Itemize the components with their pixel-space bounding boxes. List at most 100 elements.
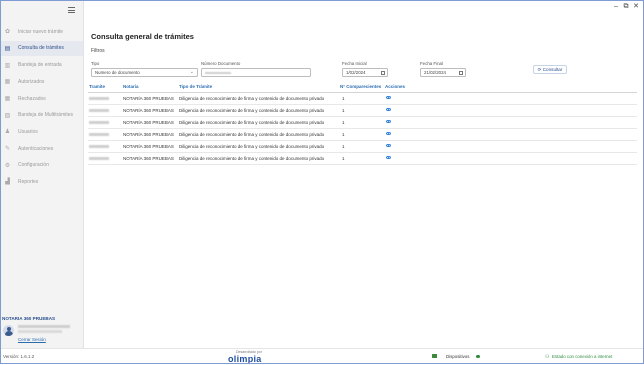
- sidebar-item-2[interactable]: ▥ Bandeja de entrada: [0, 57, 83, 73]
- chevron-down-icon: ⌄: [189, 69, 194, 75]
- sidebar-item-3[interactable]: ▦ Autorizados: [0, 74, 83, 90]
- tramites-table: Tramite Notaria Tipo de Trámite N° Compa…: [88, 83, 637, 165]
- tramite-id-redacted: [89, 109, 109, 112]
- inbox-icon: ▥: [4, 62, 11, 69]
- view-eye-icon[interactable]: [386, 120, 391, 124]
- sidebar-item-5[interactable]: ▧ Bandeja de Multitrámites: [0, 107, 83, 123]
- table-row: NOTARÍA 360 PRUEBAS Diligencia de reconoc…: [88, 105, 637, 117]
- cell-comparecientes: 1: [342, 144, 345, 149]
- status-bar: Versión: 1.6.1.2 Desarrollado por olimpi…: [0, 348, 644, 365]
- sidebar-item-label: Autorizados: [18, 78, 45, 85]
- sidebar-item-1[interactable]: ▤ Consulta de trámites: [0, 40, 83, 57]
- view-eye-icon[interactable]: [386, 96, 391, 100]
- logout-link[interactable]: Cerrar Sesión: [18, 337, 46, 342]
- header-tipo-tramite[interactable]: Tipo de Trámite: [179, 84, 212, 89]
- consult-button-label: Consultar: [542, 67, 563, 72]
- tipo-label: Tipo: [91, 61, 100, 66]
- user-email-redacted: [18, 330, 62, 333]
- cell-notaria: NOTARÍA 360 PRUEBAS: [123, 96, 174, 101]
- table-row: NOTARÍA 360 PRUEBAS Diligencia de reconoc…: [88, 153, 637, 165]
- sidebar-item-4[interactable]: ▦ Rechazados: [0, 91, 83, 107]
- document-x-icon: ▦: [4, 96, 11, 102]
- devices-icon: [432, 354, 437, 358]
- olimpia-logo: olimpia: [228, 354, 262, 364]
- user-name-redacted: [18, 325, 70, 328]
- view-eye-icon[interactable]: [386, 108, 391, 112]
- sidebar: ✿ Iniciar nuevo trámite ▤ Consulta de trámi…: [0, 0, 84, 348]
- fecha-inicial-value: 1/02/2024: [346, 70, 366, 75]
- devices-label[interactable]: Dispositivos: [446, 354, 469, 359]
- cell-notaria: NOTARÍA 360 PRUEBAS: [123, 132, 174, 137]
- table-body: NOTARÍA 360 PRUEBAS Diligencia de reconoc…: [88, 93, 637, 165]
- cell-tipo-tramite: Diligencia de reconocimiento de firma y …: [179, 144, 325, 149]
- cell-comparecientes: 1: [342, 156, 345, 161]
- cell-notaria: NOTARÍA 360 PRUEBAS: [123, 144, 174, 149]
- fingerprint-icon: ✎: [4, 146, 11, 153]
- table-header: Tramite Notaria Tipo de Trámite N° Compa…: [88, 83, 637, 93]
- fecha-inicial-label: Fecha Inicial: [342, 61, 367, 66]
- fecha-final-input[interactable]: 21/02/2024: [420, 68, 466, 77]
- sidebar-item-9[interactable]: ▟ Reportes: [0, 174, 83, 190]
- refresh-icon: ⟳: [537, 67, 542, 72]
- tipo-select[interactable]: Numero de documento ⌄: [91, 68, 198, 77]
- numero-documento-input[interactable]: [201, 68, 311, 77]
- tipo-select-value: Numero de documento: [95, 70, 140, 75]
- cell-tipo-tramite: Diligencia de reconocimiento de firma y …: [179, 132, 325, 137]
- fecha-final-label: Fecha Final: [420, 61, 443, 66]
- cell-notaria: NOTARÍA 360 PRUEBAS: [123, 108, 174, 113]
- gear-icon: ⚙: [4, 162, 11, 169]
- header-notaria[interactable]: Notaria: [123, 84, 139, 89]
- connection-status: Estado con conexión a internet: [552, 354, 613, 359]
- user-notary-name: NOTARIA 360 PRUEBAS: [2, 316, 56, 321]
- user-icon: ♟: [4, 129, 11, 136]
- fecha-inicial-input[interactable]: 1/02/2024: [342, 68, 388, 77]
- tramite-id-redacted: [89, 157, 109, 160]
- cell-comparecientes: 1: [342, 120, 345, 125]
- sidebar-item-label: Configuración: [18, 162, 49, 169]
- sidebar-item-label: Iniciar nuevo trámite: [18, 28, 64, 35]
- sidebar-nav: ✿ Iniciar nuevo trámite ▤ Consulta de trámi…: [0, 24, 83, 191]
- cell-comparecientes: 1: [342, 108, 345, 113]
- numero-documento-redacted: [205, 71, 231, 75]
- bar-chart-icon: ▟: [5, 179, 10, 186]
- calendar-icon[interactable]: [459, 70, 463, 75]
- main-content: Consulta general de trámites Filtros Tip…: [88, 0, 641, 348]
- sidebar-item-label: Autenticaciones: [18, 145, 54, 152]
- documents-icon: ▧: [4, 112, 11, 119]
- view-eye-icon[interactable]: [386, 144, 391, 148]
- fecha-final-value: 21/02/2024: [424, 70, 446, 75]
- version-label: Versión: 1.6.1.2: [3, 354, 35, 359]
- consult-button[interactable]: ⟳ Consultar: [533, 65, 567, 74]
- table-icon: ▤: [4, 45, 11, 52]
- user-panel: NOTARIA 360 PRUEBAS Cerrar Sesión: [0, 313, 83, 343]
- header-comparecientes[interactable]: N° Comparecientes: [340, 84, 381, 89]
- header-acciones: Acciones: [385, 84, 406, 89]
- filters-heading: Filtros: [91, 48, 105, 54]
- tramite-id-redacted: [89, 121, 109, 124]
- view-eye-icon[interactable]: [386, 132, 391, 136]
- sidebar-item-6[interactable]: ♟ Usuarios: [0, 124, 83, 140]
- table-row: NOTARÍA 360 PRUEBAS Diligencia de reconoc…: [88, 117, 637, 129]
- header-tramite[interactable]: Tramite: [89, 84, 105, 89]
- cell-tipo-tramite: Diligencia de reconocimiento de firma y …: [179, 156, 325, 161]
- sidebar-item-0[interactable]: ✿ Iniciar nuevo trámite: [0, 24, 83, 40]
- sidebar-item-label: Usuarios: [18, 128, 38, 135]
- cell-comparecientes: 1: [342, 132, 345, 137]
- table-row: NOTARÍA 360 PRUEBAS Diligencia de reconoc…: [88, 129, 637, 141]
- hamburger-menu-icon[interactable]: [68, 7, 75, 15]
- numero-documento-label: Número Documento: [201, 61, 241, 66]
- calendar-icon[interactable]: [381, 70, 385, 75]
- sidebar-item-label: Consulta de trámites: [18, 45, 64, 52]
- view-eye-icon[interactable]: [386, 156, 391, 160]
- gear-plus-icon: ✿: [4, 29, 11, 36]
- cell-tipo-tramite: Diligencia de reconocimiento de firma y …: [179, 96, 325, 101]
- sidebar-item-label: Reportes: [18, 178, 39, 185]
- sidebar-item-label: Rechazados: [18, 95, 46, 102]
- sidebar-item-8[interactable]: ⚙ Configuración: [0, 158, 83, 174]
- cell-comparecientes: 1: [342, 96, 345, 101]
- cell-tipo-tramite: Diligencia de reconocimiento de firma y …: [179, 120, 325, 125]
- tramite-id-redacted: [89, 133, 109, 136]
- sidebar-item-7[interactable]: ✎ Autenticaciones: [0, 141, 83, 157]
- cell-notaria: NOTARÍA 360 PRUEBAS: [123, 120, 174, 125]
- tramite-id-redacted: [89, 97, 109, 100]
